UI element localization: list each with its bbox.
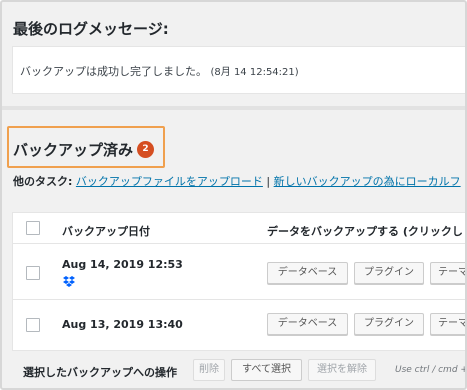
log-message-time: (8月 14 12:54:21) (210, 67, 299, 78)
deselect-button[interactable]: 選択を解除 (308, 359, 376, 381)
restore-themes-button[interactable]: テーマ (430, 313, 465, 335)
row-checkbox[interactable] (26, 266, 40, 280)
backup-date: Aug 14, 2019 12:53 (62, 258, 183, 271)
backup-count-badge: 2 (137, 141, 154, 158)
table-header-divider (12, 243, 465, 244)
table-row-divider (12, 299, 465, 300)
restore-database-button[interactable]: データベース (267, 262, 348, 284)
backup-panel: 最後のログメッセージ: バックアップは成功し完了しました。 (8月 14 12:… (0, 0, 467, 390)
row-checkbox[interactable] (26, 318, 40, 332)
backup-date: Aug 13, 2019 13:40 (62, 318, 183, 331)
column-header-backup-data: データをバックアップする (クリックし (267, 225, 463, 238)
column-header-date: バックアップ日付 (62, 225, 150, 238)
other-tasks: 他のタスク: バックアップファイルをアップロード | 新しいバックアップの為にロ… (13, 173, 461, 189)
restore-plugins-button[interactable]: プラグイン (354, 262, 424, 284)
select-all-button[interactable]: すべて選択 (231, 359, 302, 381)
upload-backup-link[interactable]: バックアップファイルをアップロード (76, 175, 263, 188)
log-message: バックアップは成功し完了しました。 (8月 14 12:54:21) (20, 63, 299, 79)
local-folder-link[interactable]: 新しいバックアップの為にローカルフ (274, 175, 461, 188)
tasks-separator: | (266, 175, 271, 188)
other-tasks-label: 他のタスク: (13, 175, 73, 188)
section-title: バックアップ済み (13, 141, 134, 159)
select-all-checkbox[interactable] (26, 221, 40, 235)
restore-plugins-button[interactable]: プラグイン (354, 313, 424, 335)
delete-button[interactable]: 削除 (193, 359, 225, 381)
dropbox-icon (63, 276, 75, 287)
restore-themes-button[interactable]: テーマ (430, 262, 465, 284)
log-message-text: バックアップは成功し完了しました。 (20, 65, 207, 78)
section-divider (2, 106, 465, 110)
restore-database-button[interactable]: データベース (267, 313, 348, 335)
log-heading: 最後のログメッセージ: (13, 20, 169, 38)
bulk-actions-label: 選択したバックアップへの操作 (23, 366, 177, 379)
keyboard-hint: Use ctrl / cmd + p (395, 365, 465, 375)
